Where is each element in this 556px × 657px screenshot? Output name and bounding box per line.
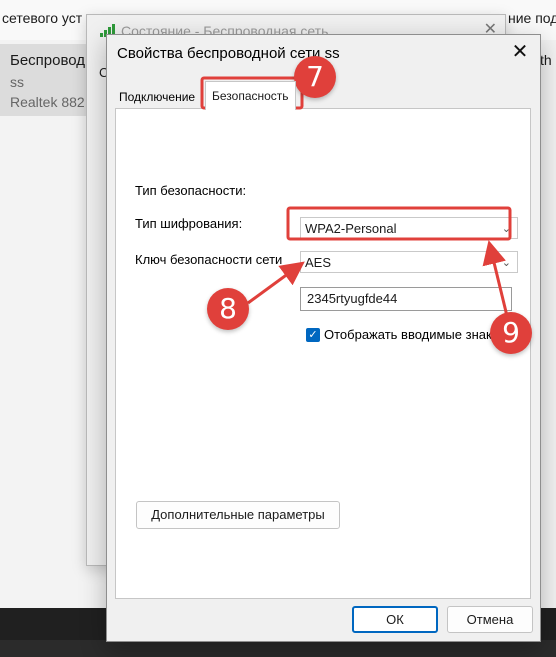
background-header-left: сетевого уст — [2, 10, 83, 26]
close-icon[interactable]: ✕ — [509, 41, 531, 63]
annotation-marker-9: 9 — [490, 312, 532, 354]
show-characters-checkbox[interactable]: ✓ — [306, 328, 320, 342]
security-tab-panel: Тип безопасности: WPA2-Personal ⌄ Тип ши… — [115, 108, 531, 599]
security-type-select[interactable]: WPA2-Personal ⌄ — [300, 217, 518, 239]
encryption-type-select[interactable]: AES ⌄ — [300, 251, 518, 273]
tab-connection[interactable]: Подключение — [115, 85, 199, 109]
ok-button[interactable]: ОК — [352, 606, 438, 633]
chevron-down-icon: ⌄ — [501, 257, 511, 269]
chevron-down-icon: ⌄ — [501, 223, 511, 235]
taskbar-lower — [0, 640, 556, 657]
adapter-name: Беспровод — [10, 52, 86, 69]
advanced-settings-button[interactable]: Дополнительные параметры — [136, 501, 340, 529]
adapter-ssid: ss — [10, 74, 24, 90]
network-key-label: Ключ безопасности сети — [135, 252, 283, 267]
annotation-marker-7: 7 — [294, 56, 336, 98]
annotation-marker-8: 8 — [207, 288, 249, 330]
background-header-right: ние под — [508, 10, 556, 26]
encryption-type-value: AES — [305, 255, 332, 270]
cancel-button[interactable]: Отмена — [447, 606, 533, 633]
background-right-fragment: th — [540, 52, 552, 68]
adapter-device: Realtek 882 — [10, 94, 85, 110]
show-characters-label[interactable]: Отображать вводимые знаки — [324, 327, 499, 342]
wireless-properties-dialog: Свойства беспроводной сети ss ✕ Подключе… — [106, 34, 541, 642]
tab-security[interactable]: Безопасность — [205, 81, 296, 110]
encryption-type-label: Тип шифрования: — [135, 216, 243, 231]
security-type-value: WPA2-Personal — [305, 221, 397, 236]
network-key-input[interactable]: 2345rtyugfde44 — [300, 287, 512, 311]
security-type-label: Тип безопасности: — [135, 183, 247, 198]
